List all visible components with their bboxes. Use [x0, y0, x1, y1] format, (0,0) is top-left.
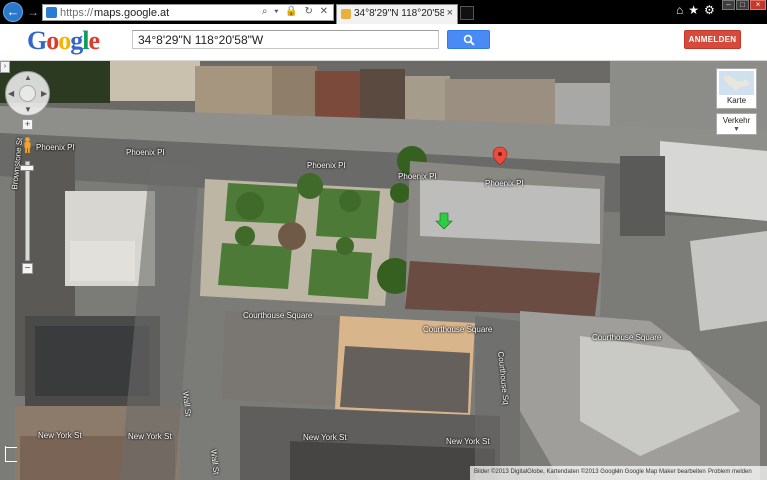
- report-problem-link[interactable]: Problem melden: [708, 469, 752, 475]
- map-type-label: Karte: [726, 96, 747, 105]
- side-panel-toggle[interactable]: ›: [0, 61, 10, 73]
- tab-maps[interactable]: 34°8'29"N 118°20'58"W - G... ×: [336, 4, 458, 24]
- pan-left-icon[interactable]: ◀: [8, 90, 14, 98]
- street-label: Phoenix Pl: [398, 172, 437, 181]
- site-favicon-icon: [46, 7, 57, 18]
- pan-down-icon[interactable]: ▼: [24, 106, 32, 114]
- address-bar-icons[interactable]: ⌕ ▾ 🔒 ↻ ✕: [262, 6, 330, 17]
- minimize-button[interactable]: –: [722, 0, 735, 10]
- zoom-slider-handle[interactable]: [20, 165, 34, 171]
- scale-bar: [5, 446, 17, 462]
- logo-letter: G: [27, 26, 47, 55]
- copyright-text: Bilder ©2013 DigitalGlobe, Kartendaten ©…: [474, 469, 620, 475]
- traffic-label: Verkehr: [722, 116, 751, 125]
- google-header: Google ANMELDEN: [0, 24, 767, 61]
- new-tab-button[interactable]: [460, 6, 474, 20]
- tab-favicon-icon: [341, 9, 351, 19]
- zoom-slider[interactable]: [25, 161, 30, 261]
- street-label: Phoenix Pl: [307, 161, 346, 170]
- map-canvas[interactable]: Phoenix Pl Phoenix Pl Phoenix Pl Phoenix…: [0, 61, 767, 480]
- street-label: New York St: [38, 431, 82, 440]
- street-label: Phoenix Pl: [36, 143, 75, 152]
- street-label: Courthouse Square: [592, 333, 662, 342]
- street-label: New York St: [128, 432, 172, 441]
- pan-right-icon[interactable]: ▶: [41, 90, 47, 98]
- pan-up-icon[interactable]: ▲: [24, 74, 32, 82]
- url-scheme: https://: [60, 7, 94, 19]
- zoom-in-button[interactable]: +: [22, 119, 33, 130]
- browser-chrome: ← → https:// maps.google.at ⌕ ▾ 🔒 ↻ ✕ 34…: [0, 0, 767, 24]
- pan-control[interactable]: ▲ ▼ ◀ ▶: [5, 71, 50, 116]
- maximize-button[interactable]: □: [736, 0, 749, 10]
- logo-letter: e: [88, 26, 100, 55]
- logo-letter: g: [70, 26, 83, 55]
- signin-button[interactable]: ANMELDEN: [684, 30, 741, 49]
- map-type-toggle[interactable]: Karte: [716, 68, 757, 109]
- tab-close-icon[interactable]: ×: [447, 7, 453, 19]
- pegman-icon[interactable]: [23, 137, 32, 153]
- address-bar[interactable]: https:// maps.google.at ⌕ ▾ 🔒 ↻ ✕: [42, 4, 334, 21]
- map-footer: Bilder ©2013 DigitalGlobe, Kartendaten ©…: [470, 466, 767, 480]
- traffic-layer-dropdown[interactable]: Verkehr ▼: [716, 113, 757, 135]
- back-button[interactable]: ←: [3, 2, 23, 22]
- street-label: Phoenix Pl: [126, 148, 165, 157]
- street-label: New York St: [303, 433, 347, 442]
- pan-center[interactable]: [19, 85, 36, 102]
- search-button[interactable]: [447, 30, 490, 49]
- zoom-out-button[interactable]: −: [22, 263, 33, 274]
- tab-title: 34°8'29"N 118°20'58"W - G...: [354, 8, 444, 19]
- search-input[interactable]: [132, 30, 439, 49]
- close-window-button[interactable]: ×: [750, 0, 766, 10]
- google-logo[interactable]: Google: [27, 26, 100, 56]
- aerial-imagery: [0, 61, 767, 480]
- chevron-down-icon: ▼: [733, 126, 740, 133]
- search-icon: [463, 34, 475, 46]
- home-favorites-settings-icons[interactable]: ⌂★⚙: [676, 3, 720, 17]
- url-host: maps.google.at: [94, 7, 170, 19]
- mapmaker-link[interactable]: In Google Map Maker bearbeiten: [618, 469, 706, 475]
- street-label: Courthouse Square: [423, 325, 493, 334]
- logo-letter: o: [46, 26, 59, 55]
- map-thumbnail-icon: [719, 71, 754, 95]
- street-label: New York St: [446, 437, 490, 446]
- forward-button[interactable]: →: [27, 4, 41, 20]
- street-label: Courthouse Square: [243, 311, 313, 320]
- street-label: Phoenix Pl: [485, 179, 524, 188]
- logo-letter: o: [58, 26, 71, 55]
